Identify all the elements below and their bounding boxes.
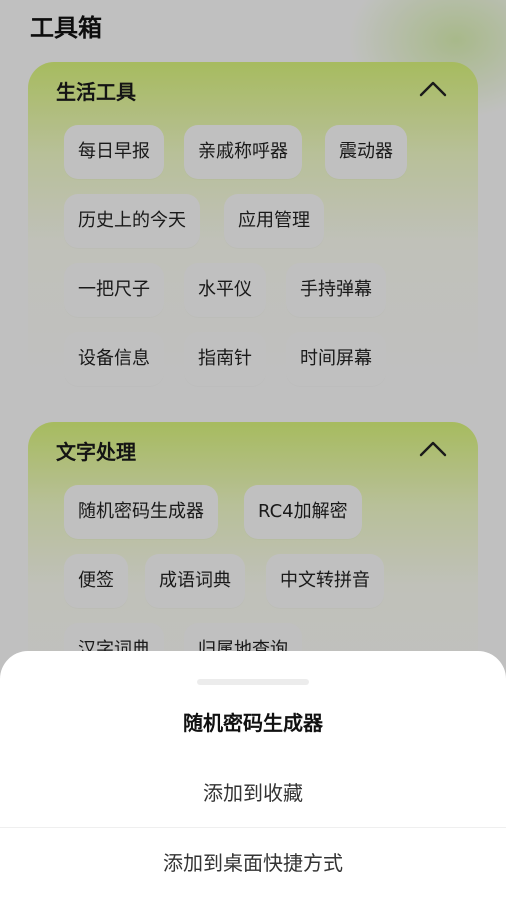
sheet-divider: [0, 827, 506, 828]
add-to-favorites-button[interactable]: 添加到收藏: [0, 761, 506, 825]
bottom-sheet: 随机密码生成器 添加到收藏 添加到桌面快捷方式: [0, 651, 506, 900]
add-desktop-shortcut-button[interactable]: 添加到桌面快捷方式: [0, 831, 506, 895]
sheet-title: 随机密码生成器: [183, 711, 323, 735]
sheet-drag-handle[interactable]: [197, 679, 309, 685]
